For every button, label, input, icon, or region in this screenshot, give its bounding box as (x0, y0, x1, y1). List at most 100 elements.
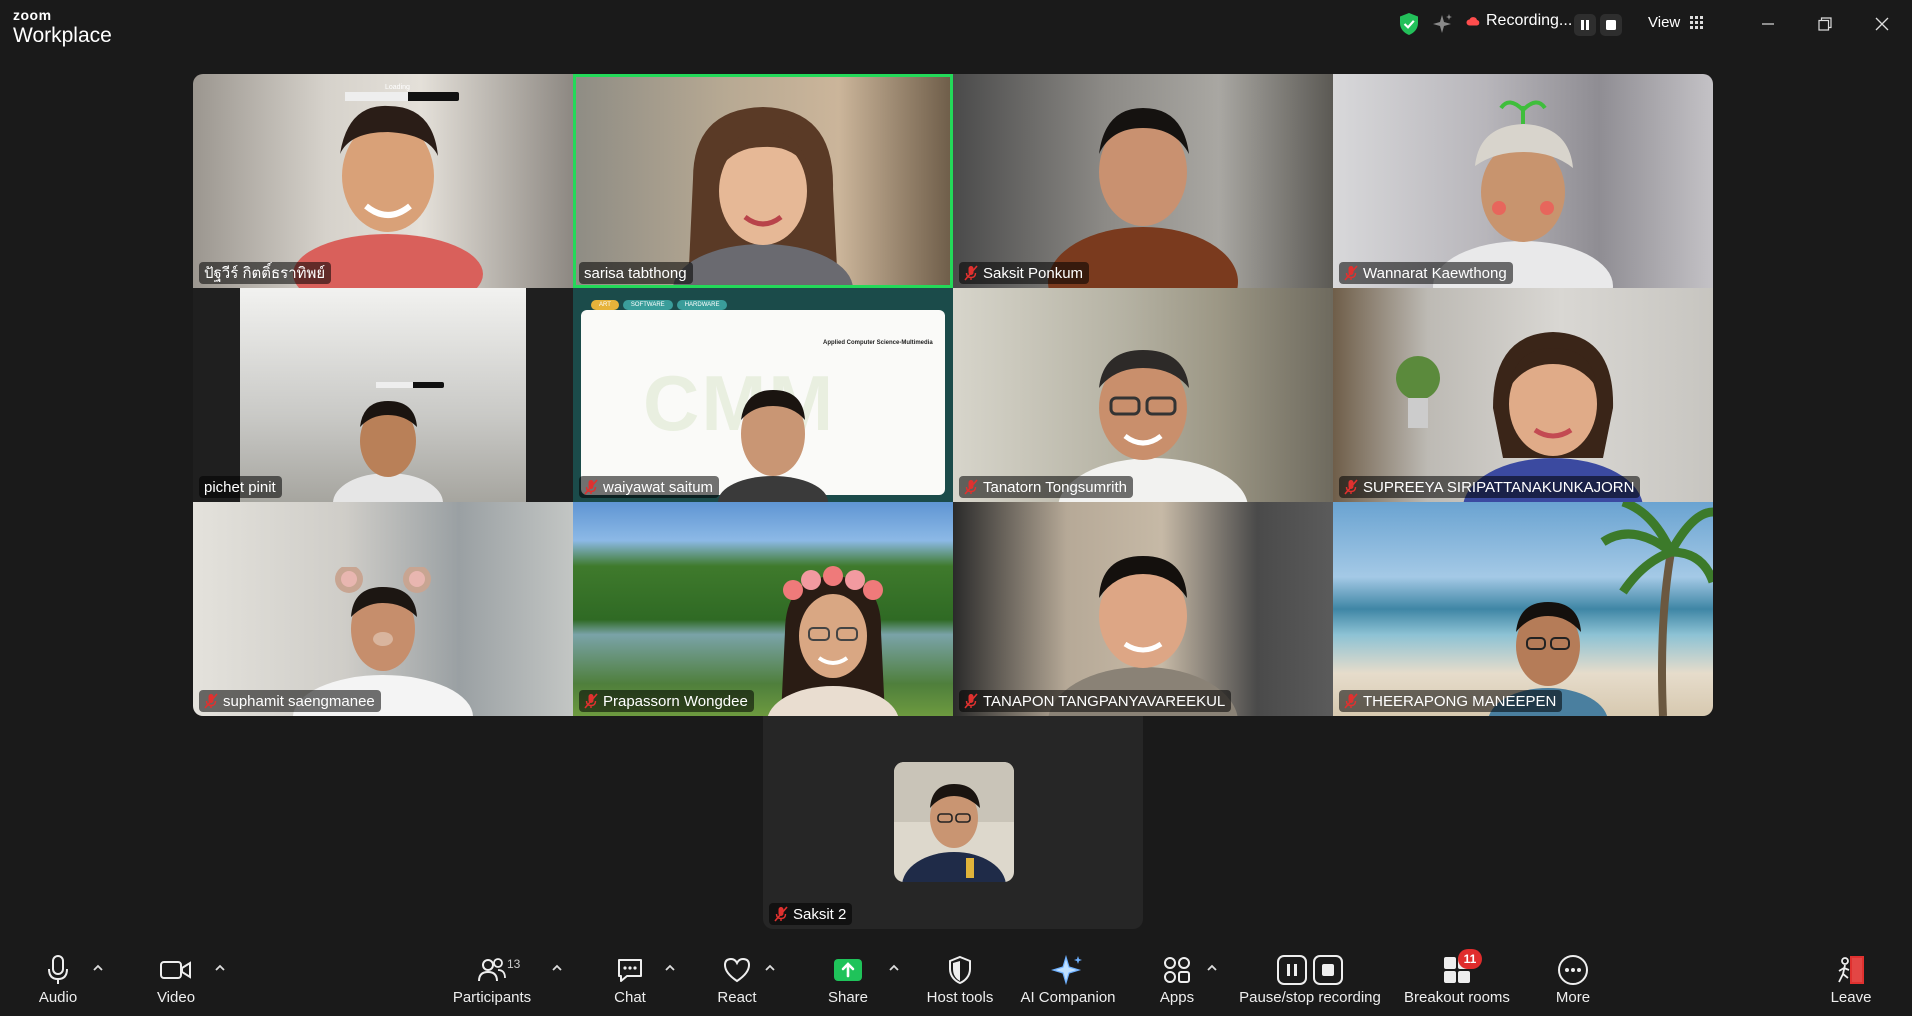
muted-mic-icon (1344, 265, 1358, 281)
video-tile[interactable]: Saksit Ponkum (953, 74, 1333, 288)
view-button[interactable]: View (1648, 14, 1704, 31)
muted-mic-icon (964, 693, 978, 709)
video-tile[interactable]: Tanatorn Tongsumrith (953, 288, 1333, 502)
participant-name: Tanatorn Tongsumrith (983, 478, 1127, 496)
loading-bar (376, 382, 444, 388)
loading-bar (345, 92, 459, 101)
participant-video-image (767, 566, 899, 716)
stop-icon (1606, 20, 1616, 30)
participants-icon (478, 958, 506, 982)
participant-name-label: Wannarat Kaewthong (1339, 262, 1513, 284)
minimize-button[interactable] (1756, 12, 1780, 36)
breakout-rooms-badge: 11 (1458, 949, 1482, 969)
video-tile[interactable]: pichet pinit (193, 288, 573, 502)
participant-video-image (718, 390, 828, 502)
title-bar: zoom Workplace Recording... View (0, 0, 1912, 50)
more-ellipsis-icon (1558, 955, 1588, 985)
ai-companion-button[interactable]: AI Companion (1020, 953, 1116, 1006)
participant-video-image (1048, 556, 1238, 716)
participant-name: ปัฐวีร์ กิตติ์ธราทิพย์ (204, 265, 326, 282)
audio-button[interactable]: Audio (36, 953, 80, 1006)
react-label: React (717, 989, 757, 1006)
chat-icon (618, 959, 642, 982)
participants-button[interactable]: 13 Participants (450, 953, 534, 1006)
muted-mic-icon (964, 479, 978, 495)
audio-options-caret-icon[interactable] (91, 963, 105, 973)
self-video-image (894, 762, 1014, 882)
share-button[interactable]: Share (828, 953, 868, 1006)
video-tile[interactable]: THEERAPONG MANEEPEN (1333, 502, 1713, 716)
participant-name: Prapassorn Wongdee (603, 692, 748, 710)
participant-name: THEERAPONG MANEEPEN (1363, 692, 1557, 710)
restore-button[interactable] (1813, 12, 1837, 36)
pause-stop-recording-button[interactable]: Pause/stop recording (1236, 953, 1384, 1006)
ai-companion-label: AI Companion (1020, 989, 1116, 1006)
stop-recording-button[interactable] (1600, 14, 1622, 36)
chat-button[interactable]: Chat (610, 953, 650, 1006)
shield-icon (949, 955, 971, 985)
chat-options-caret-icon[interactable] (663, 963, 677, 973)
participant-name: suphamit saengmanee (223, 692, 375, 710)
participants-label: Participants (452, 989, 532, 1006)
breakout-rooms-button[interactable]: 11 Breakout rooms (1402, 949, 1512, 1006)
participant-name-label: THEERAPONG MANEEPEN (1339, 690, 1563, 712)
share-options-caret-icon[interactable] (887, 963, 901, 973)
host-tools-label: Host tools (926, 989, 994, 1006)
participant-video-image (333, 401, 443, 502)
apps-icon (1164, 957, 1190, 983)
video-camera-icon (160, 961, 191, 979)
recording-indicator[interactable]: Recording... (1466, 12, 1572, 30)
participants-count: 13 (507, 957, 521, 971)
self-avatar (894, 762, 1014, 882)
video-tile[interactable]: Wannarat Kaewthong (1333, 74, 1713, 288)
logo-workplace-text: Workplace (13, 24, 112, 47)
participants-options-caret-icon[interactable] (550, 963, 564, 973)
muted-mic-icon (584, 479, 598, 495)
share-screen-icon (834, 959, 862, 981)
slide-title: Applied Computer Science-Multimedia (823, 340, 933, 346)
video-tile[interactable]: ART SOFTWARE HARDWARE Applied Computer S… (573, 288, 953, 502)
leave-label: Leave (1830, 989, 1872, 1006)
video-tile[interactable]: SUPREEYA SIRIPATTANAKUNKAJORN (1333, 288, 1713, 502)
security-shield-icon[interactable] (1398, 12, 1420, 36)
participant-video-image (1433, 100, 1613, 288)
participant-video-image (673, 107, 853, 288)
react-options-caret-icon[interactable] (763, 963, 777, 973)
pause-recording-button[interactable] (1574, 14, 1596, 36)
react-button[interactable]: React (716, 953, 758, 1006)
video-tile[interactable]: Loading ปัฐวีร์ กิตติ์ธราทิพย์ (193, 74, 573, 288)
recording-label: Recording... (1486, 12, 1573, 29)
ai-companion-sparkle-icon (1051, 954, 1082, 986)
self-view-tile[interactable]: Saksit 2 (763, 716, 1143, 929)
participant-name-label: waiyawat saitum (579, 476, 720, 498)
more-button[interactable]: More (1553, 953, 1593, 1006)
gallery-view: Loading ปัฐวีร์ กิตติ์ธราทิพย์ sarisa ta… (193, 74, 1713, 716)
slide-tab: HARDWARE (676, 300, 728, 310)
view-label: View (1648, 14, 1681, 31)
participant-name: waiyawat saitum (603, 478, 714, 496)
participant-name: SUPREEYA SIRIPATTANAKUNKAJORN (1363, 478, 1635, 496)
muted-mic-icon (584, 693, 598, 709)
stop-recording-icon (1313, 955, 1343, 985)
video-tile[interactable]: Prapassorn Wongdee (573, 502, 953, 716)
participant-name-label: ปัฐวีร์ กิตติ์ธราทิพย์ (199, 262, 332, 284)
apps-button[interactable]: Apps (1157, 953, 1197, 1006)
video-button[interactable]: Video (154, 953, 198, 1006)
muted-mic-icon (1344, 479, 1358, 495)
leave-button[interactable]: Leave (1830, 953, 1872, 1006)
microphone-icon (48, 955, 68, 984)
more-label: More (1555, 989, 1591, 1006)
video-tile[interactable]: suphamit saengmanee (193, 502, 573, 716)
participant-video-image (1463, 332, 1643, 502)
ai-sparkle-icon[interactable] (1432, 13, 1454, 35)
apps-options-caret-icon[interactable] (1205, 963, 1219, 973)
video-tile[interactable]: TANAPON TANGPANYAVAREEKUL (953, 502, 1333, 716)
pause-recording-icon (1277, 955, 1307, 985)
participant-name-label: suphamit saengmanee (199, 690, 381, 712)
host-tools-button[interactable]: Host tools (923, 953, 997, 1006)
video-tile-active-speaker[interactable]: sarisa tabthong (573, 74, 953, 288)
participant-name-label: pichet pinit (199, 476, 282, 498)
cloud-recording-icon (1466, 17, 1480, 26)
video-options-caret-icon[interactable] (213, 963, 227, 973)
close-window-button[interactable] (1870, 12, 1894, 36)
